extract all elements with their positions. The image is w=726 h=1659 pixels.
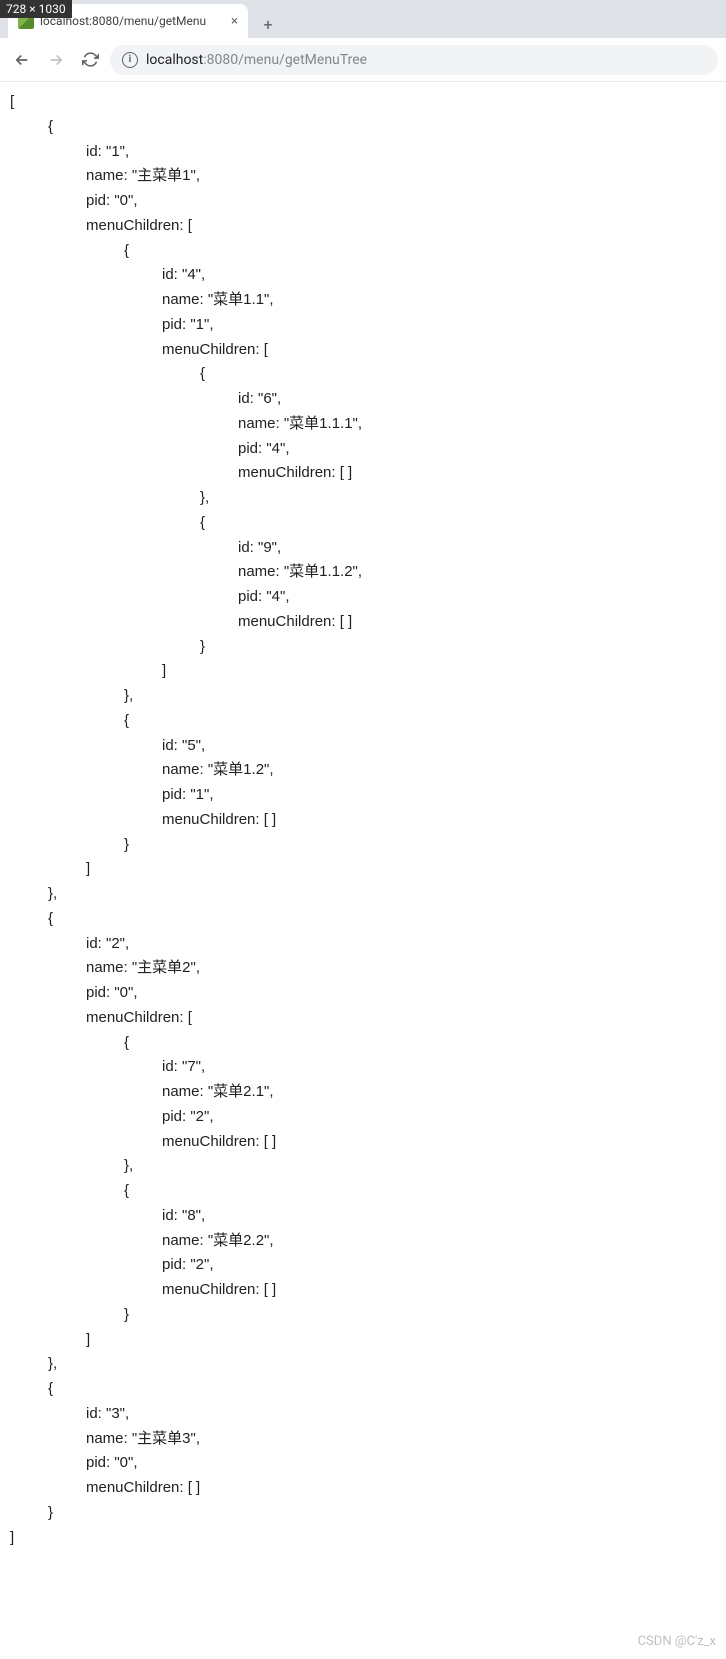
json-field-name: name: "主菜单2", [10, 956, 716, 981]
json-field-children: menuChildren: [ ] [10, 461, 716, 486]
json-field-name: name: "菜单2.2", [10, 1229, 716, 1254]
watermark: CSDN @C'z_x [638, 1634, 716, 1649]
tab-bar: localhost:8080/menu/getMenu × + [0, 0, 726, 38]
dimension-badge: 728 × 1030 [0, 0, 72, 18]
json-brace-close: } [10, 1303, 716, 1328]
json-brace-open: { [10, 1377, 716, 1402]
json-field-name: name: "菜单1.2", [10, 758, 716, 783]
json-brace-close: }, [10, 1154, 716, 1179]
json-brace-open: { [10, 362, 716, 387]
json-field-children-open: menuChildren: [ [10, 338, 716, 363]
json-field-children-open: menuChildren: [ [10, 1006, 716, 1031]
url-text: localhost:8080/menu/getMenuTree [146, 52, 367, 68]
forward-button[interactable] [42, 46, 70, 74]
json-field-name: name: "主菜单3", [10, 1427, 716, 1452]
json-viewer: [{id: "1",name: "主菜单1",pid: "0",menuChil… [0, 82, 726, 1558]
url-bar[interactable]: i localhost:8080/menu/getMenuTree [110, 45, 718, 75]
json-field-name: name: "菜单1.1", [10, 288, 716, 313]
json-field-pid: pid: "1", [10, 313, 716, 338]
json-field-children: menuChildren: [ ] [10, 1278, 716, 1303]
json-brace-open: { [10, 239, 716, 264]
info-icon[interactable]: i [122, 52, 138, 68]
json-field-id: id: "1", [10, 140, 716, 165]
json-bracket-close: ] [10, 857, 716, 882]
json-field-pid: pid: "1", [10, 783, 716, 808]
json-field-id: id: "7", [10, 1055, 716, 1080]
json-brace-open: { [10, 115, 716, 140]
json-field-pid: pid: "4", [10, 585, 716, 610]
reload-button[interactable] [76, 46, 104, 74]
json-field-pid: pid: "4", [10, 437, 716, 462]
json-field-children: menuChildren: [ ] [10, 1130, 716, 1155]
close-icon[interactable]: × [231, 14, 238, 29]
json-brace-open: { [10, 1179, 716, 1204]
json-brace-close: } [10, 833, 716, 858]
json-field-id: id: "8", [10, 1204, 716, 1229]
json-brace-close: }, [10, 486, 716, 511]
toolbar: i localhost:8080/menu/getMenuTree [0, 38, 726, 82]
json-field-pid: pid: "2", [10, 1253, 716, 1278]
json-field-children: menuChildren: [ ] [10, 808, 716, 833]
json-brace-open: { [10, 907, 716, 932]
json-field-id: id: "9", [10, 536, 716, 561]
json-brace-close: } [10, 1501, 716, 1526]
json-brace-close: } [10, 635, 716, 660]
json-field-id: id: "2", [10, 932, 716, 957]
json-brace-open: { [10, 1031, 716, 1056]
json-brace-close: }, [10, 1352, 716, 1377]
json-field-name: name: "主菜单1", [10, 164, 716, 189]
json-brace-close: }, [10, 684, 716, 709]
json-bracket-close: ] [10, 659, 716, 684]
json-brace-open: { [10, 511, 716, 536]
json-field-pid: pid: "0", [10, 981, 716, 1006]
json-field-children-open: menuChildren: [ [10, 214, 716, 239]
new-tab-button[interactable]: + [254, 10, 282, 38]
json-field-id: id: "6", [10, 387, 716, 412]
json-field-children: menuChildren: [ ] [10, 1476, 716, 1501]
json-field-id: id: "5", [10, 734, 716, 759]
json-brace-close: }, [10, 882, 716, 907]
back-button[interactable] [8, 46, 36, 74]
json-field-pid: pid: "0", [10, 1451, 716, 1476]
json-root-open: [ [10, 90, 716, 115]
json-bracket-close: ] [10, 1328, 716, 1353]
json-field-name: name: "菜单1.1.2", [10, 560, 716, 585]
json-field-pid: pid: "0", [10, 189, 716, 214]
json-field-id: id: "3", [10, 1402, 716, 1427]
json-field-pid: pid: "2", [10, 1105, 716, 1130]
json-field-children: menuChildren: [ ] [10, 610, 716, 635]
json-field-id: id: "4", [10, 263, 716, 288]
json-field-name: name: "菜单1.1.1", [10, 412, 716, 437]
json-root-close: ] [10, 1526, 716, 1551]
json-field-name: name: "菜单2.1", [10, 1080, 716, 1105]
json-brace-open: { [10, 709, 716, 734]
